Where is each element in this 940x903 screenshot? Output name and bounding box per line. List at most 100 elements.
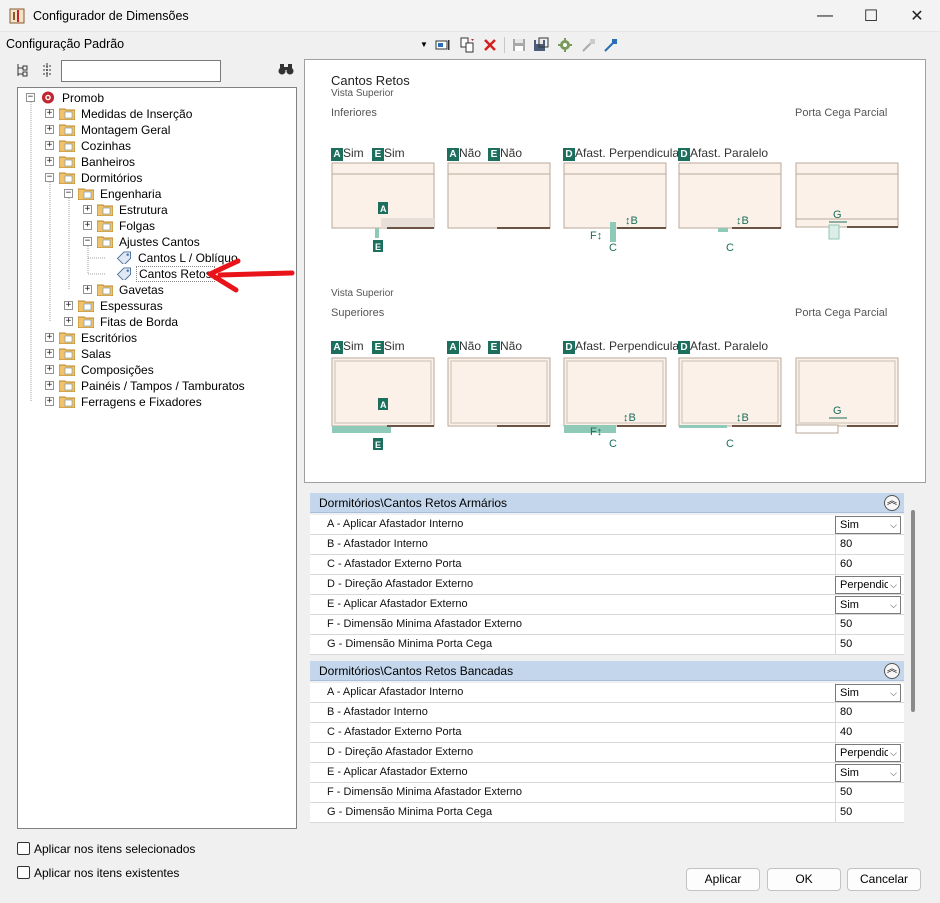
legend-text: Não [500,339,523,353]
expand-toggle-icon[interactable]: + [45,333,54,342]
apply-existing-checkbox[interactable]: Aplicar nos itens existentes [17,866,179,880]
folder-icon [97,284,113,296]
expand-toggle-icon[interactable]: + [45,109,54,118]
legend-d-perp: D Afast. Perpendicular [563,339,683,354]
collapse-toggle-icon[interactable]: − [45,173,54,182]
legend-d-perp: D Afast. Perpendicular [563,146,683,161]
badge-d: D [678,341,690,354]
expand-toggle-icon[interactable]: + [45,365,54,374]
expand-toggle-icon[interactable]: + [45,397,54,406]
property-value[interactable]: 60 [840,558,852,570]
collapse-up-icon[interactable]: ︽ [884,663,900,679]
tree-item-promob[interactable]: − Promob [18,90,288,106]
property-value[interactable]: 80 [840,538,852,550]
tree-item-cozinhas[interactable]: + Cozinhas [18,138,288,154]
tree-item-salas[interactable]: + Salas [18,346,288,362]
tree-item-espessuras[interactable]: + Espessuras [18,298,288,314]
property-name: F - Dimensão Minima Afastador Externo [327,786,523,798]
expand-toggle-icon[interactable]: + [83,285,92,294]
expand-toggle-icon[interactable]: + [45,381,54,390]
folder-icon [59,140,75,152]
property-select[interactable]: Perpendic ⌵ [835,744,901,762]
vertical-scrollbar[interactable] [911,510,915,712]
property-select[interactable]: Sim ⌵ [835,596,901,614]
collapse-tree-icon[interactable] [40,62,54,81]
binoculars-icon[interactable] [278,62,294,79]
expand-toggle-icon[interactable]: + [64,301,73,310]
tree-item-paineis[interactable]: + Painéis / Tampos / Tamburatos [18,378,288,394]
tree-item-escritorios[interactable]: + Escritórios [18,330,288,346]
property-value[interactable]: 50 [840,786,852,798]
property-value[interactable]: 40 [840,726,852,738]
folder-icon [59,332,75,344]
apply-selected-checkbox[interactable]: Aplicar nos itens selecionados [17,842,195,856]
property-value[interactable]: 80 [840,706,852,718]
chevron-down-icon[interactable]: ▼ [420,40,428,49]
tree-item-fitas[interactable]: + Fitas de Borda [18,314,288,330]
apply-button[interactable]: Aplicar [686,868,760,891]
legend-a-nao: A Não [447,146,481,161]
tree-item-montagem[interactable]: + Montagem Geral [18,122,288,138]
expand-toggle-icon[interactable]: + [83,205,92,214]
ok-button[interactable]: OK [767,868,841,891]
svg-text:C: C [726,438,734,450]
tree-item-estrutura[interactable]: + Estrutura [18,202,288,218]
expand-toggle-icon[interactable]: + [45,141,54,150]
property-value[interactable]: 50 [840,806,852,818]
property-select[interactable]: Sim ⌵ [835,764,901,782]
copy-icon[interactable] [458,36,476,54]
group-header-armarios[interactable]: Dormitórios\Cantos Retos Armários ︽ [310,493,904,513]
collapse-up-icon[interactable]: ︽ [884,495,900,511]
tree-item-composicoes[interactable]: + Composições [18,362,288,378]
preview-title: Cantos Retos [331,73,410,88]
legend-e-nao: E Não [488,146,522,161]
property-value[interactable]: 50 [840,638,852,650]
property-select[interactable]: Sim ⌵ [835,516,901,534]
tree-item-ajustes-cantos[interactable]: − Ajustes Cantos [18,234,288,250]
expand-tree-icon[interactable] [16,62,32,81]
settings-icon[interactable] [556,36,574,54]
rename-icon[interactable] [434,36,452,54]
maximize-button[interactable]: ☐ [848,0,894,32]
delete-icon[interactable] [481,36,499,54]
property-select[interactable]: Sim ⌵ [835,684,901,702]
collapse-toggle-icon[interactable]: − [26,93,35,102]
cabinet-diagram-nao-upper [447,357,551,427]
tree-item-label: Fitas de Borda [100,315,179,329]
property-select[interactable]: Perpendic ⌵ [835,576,901,594]
folder-icon [78,316,94,328]
checkbox-box[interactable] [17,842,30,855]
expand-toggle-icon[interactable]: + [83,221,92,230]
group-header-bancadas[interactable]: Dormitórios\Cantos Retos Bancadas ︽ [310,661,904,681]
expand-toggle-icon[interactable]: + [45,349,54,358]
expand-toggle-icon[interactable]: + [45,157,54,166]
save-as-icon[interactable] [532,36,550,54]
tree-item-label: Composições [81,363,154,377]
close-button[interactable]: ✕ [894,0,940,32]
property-value[interactable]: 50 [840,618,852,630]
tree-item-label: Espessuras [100,299,163,313]
legend-text: Sim [343,146,364,160]
tree-item-ferragens[interactable]: + Ferragens e Fixadores [18,394,288,410]
save-icon[interactable] [510,36,528,54]
configuration-select[interactable]: Configuração Padrão [6,37,124,51]
tree-item-label: Painéis / Tampos / Tamburatos [81,379,245,393]
svg-text:E: E [375,242,381,252]
import-icon [580,36,598,54]
checkbox-box[interactable] [17,866,30,879]
legend-text: Sim [343,339,364,353]
svg-text:C: C [609,438,617,450]
expand-toggle-icon[interactable]: + [45,125,54,134]
collapse-toggle-icon[interactable]: − [83,237,92,246]
cancel-button[interactable]: Cancelar [847,868,921,891]
expand-toggle-icon[interactable]: + [64,317,73,326]
search-input[interactable] [61,60,221,82]
collapse-toggle-icon[interactable]: − [64,189,73,198]
minimize-button[interactable]: — [802,0,848,32]
tree-item-medidas[interactable]: + Medidas de Inserção [18,106,288,122]
export-icon[interactable] [602,36,620,54]
tree-item-dormitorios[interactable]: − Dormitórios [18,170,288,186]
tree-item-banheiros[interactable]: + Banheiros [18,154,288,170]
tree-item-folgas[interactable]: + Folgas [18,218,288,234]
tree-item-engenharia[interactable]: − Engenharia [18,186,288,202]
